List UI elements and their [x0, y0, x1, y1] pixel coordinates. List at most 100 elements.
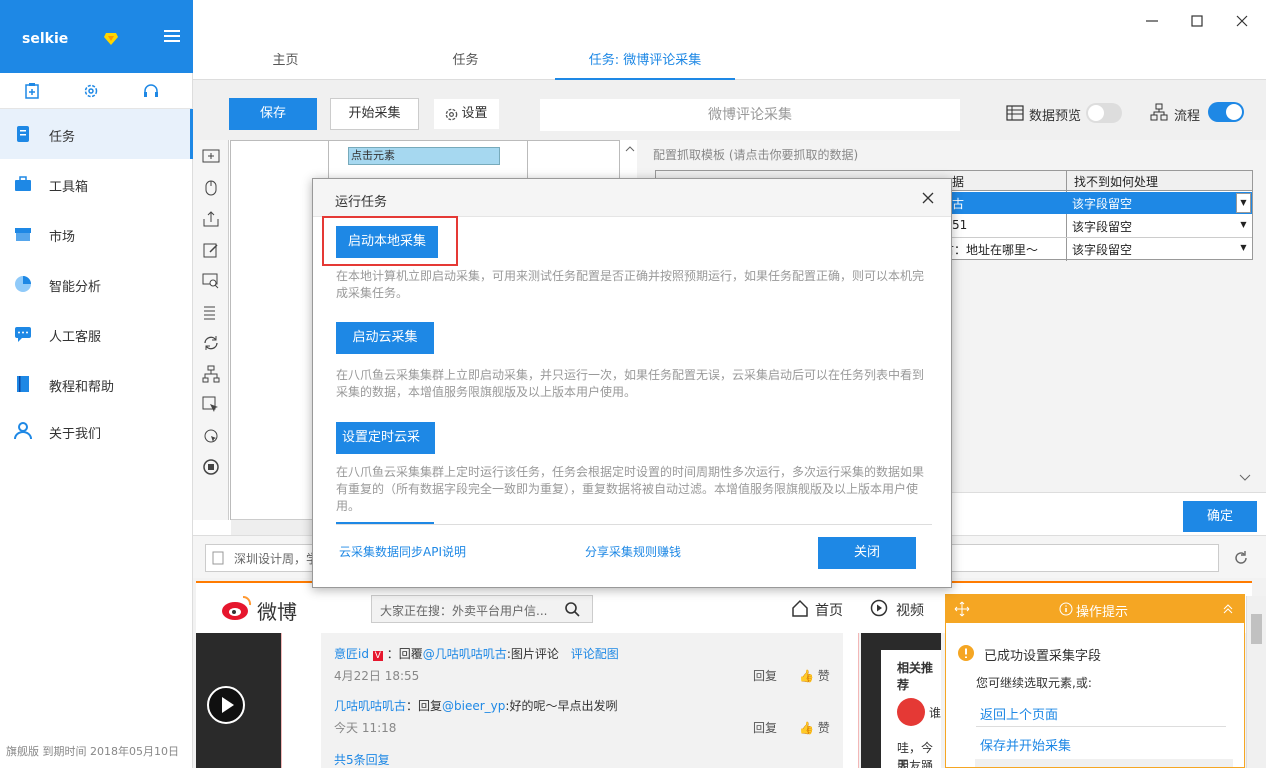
- row-cell: 古: [952, 197, 965, 211]
- clipboard-add-icon[interactable]: [24, 83, 40, 99]
- comment-mention[interactable]: @bieer_yp: [442, 699, 505, 713]
- play-icon[interactable]: [206, 685, 246, 725]
- sidebar-item-label: 关于我们: [49, 427, 102, 442]
- tip-panel: 操作提示 已成功设置采集字段 您可继续选取元素,或: 返回上个页面 保存并开始采…: [945, 594, 1245, 768]
- search-element-icon[interactable]: [202, 272, 220, 290]
- confirm-button[interactable]: 确定: [1183, 501, 1257, 532]
- more-replies-link[interactable]: 共5条回复: [334, 751, 390, 768]
- refresh-cursor-icon[interactable]: [202, 427, 220, 445]
- recommend-title: 相关推荐: [897, 661, 934, 692]
- search-icon[interactable]: [564, 601, 580, 617]
- drag-move-icon[interactable]: [954, 601, 970, 617]
- comment-mention[interactable]: @几咕叽咕叽古: [423, 647, 507, 661]
- sidebar-item-analysis[interactable]: 智能分析: [0, 259, 193, 309]
- sidebar-item-market[interactable]: 市场: [0, 209, 193, 259]
- recommend-text: 朋友踊跃: [897, 759, 934, 768]
- flow-toggle[interactable]: [1208, 102, 1244, 122]
- reply-link[interactable]: 回复: [753, 719, 777, 736]
- row-cell: 古：地址在哪里～: [942, 243, 1039, 257]
- weibo-search-input[interactable]: 大家正在搜：外卖平台用户信...: [371, 595, 593, 623]
- vertical-scrollbar[interactable]: [1246, 596, 1266, 768]
- flow-node-click[interactable]: 点击元素: [348, 147, 500, 165]
- start-collect-button[interactable]: 开始采集: [330, 98, 419, 130]
- share-rules-link[interactable]: 分享采集规则赚钱: [585, 543, 681, 560]
- chevron-down-icon[interactable]: [1239, 472, 1251, 482]
- list-icon[interactable]: [202, 303, 220, 321]
- back-page-link[interactable]: 返回上个页面: [980, 704, 1058, 723]
- avatar[interactable]: [897, 698, 925, 726]
- weibo-search-text: 大家正在搜：外卖平台用户信...: [380, 604, 548, 618]
- comment-text: :好的呢～早点出发咧: [505, 699, 618, 713]
- save-button[interactable]: 保存: [229, 98, 317, 130]
- loop-icon[interactable]: [202, 334, 220, 352]
- preview-label: 数据预览: [1029, 109, 1082, 124]
- collapse-icon[interactable]: [1222, 603, 1234, 615]
- row-select-value[interactable]: 该字段留空: [1072, 218, 1132, 235]
- task-name-field[interactable]: 微博评论采集: [540, 99, 960, 131]
- tip-message: 已成功设置采集字段: [984, 649, 1102, 664]
- dropdown-arrow-icon[interactable]: ▼: [1236, 239, 1251, 259]
- recommend-name: 谁: [929, 706, 942, 720]
- window-titlebar: [193, 0, 1266, 42]
- toolbox-icon: [15, 176, 31, 191]
- schedule-description: 在八爪鱼云采集集群上定时运行该任务，任务会根据定时设置的时间周期性多次运行，多次…: [336, 465, 925, 513]
- like-link[interactable]: 👍 赞: [799, 719, 830, 736]
- dialog-title: 运行任务: [335, 195, 388, 210]
- comment-user[interactable]: 几咕叽咕叽古: [334, 699, 406, 713]
- close-button[interactable]: 关闭: [818, 537, 916, 569]
- comment-user[interactable]: 意匠id: [334, 647, 369, 661]
- preview-toggle[interactable]: [1086, 103, 1122, 123]
- person-icon: [14, 422, 32, 440]
- close-icon[interactable]: [922, 192, 934, 204]
- comment-time: 今天 11:18: [334, 721, 397, 735]
- reload-icon[interactable]: [1233, 550, 1249, 566]
- weibo-nav-home[interactable]: 首页: [815, 600, 843, 620]
- headset-icon[interactable]: [143, 83, 159, 99]
- sidebar-item-help[interactable]: 教程和帮助: [0, 359, 193, 409]
- stop-icon[interactable]: [202, 458, 220, 476]
- reply-link[interactable]: 回复: [753, 667, 777, 684]
- mouse-icon[interactable]: [202, 179, 220, 197]
- license-info: 旗舰版 到期时间 2018年05月10日: [6, 745, 179, 758]
- tab-tasks[interactable]: 任务: [403, 42, 528, 80]
- close-window-icon[interactable]: [1233, 12, 1251, 30]
- settings-button[interactable]: 设置: [433, 98, 500, 130]
- local-description: 在本地计算机立即启动采集，可用来测试任务配置是否正确并按照预期运行，如果任务配置…: [336, 269, 925, 300]
- video-thumbnail[interactable]: [196, 633, 281, 768]
- like-link[interactable]: 👍 赞: [799, 667, 830, 684]
- vip-diamond-icon: [104, 33, 118, 45]
- chevron-up-icon[interactable]: [625, 144, 635, 154]
- tab-weibo-task[interactable]: 任务: 微博评论采集: [555, 42, 735, 80]
- weibo-nav-video[interactable]: 视频: [896, 600, 924, 620]
- sidebar-item-about[interactable]: 关于我们: [0, 406, 193, 456]
- schedule-cloud-button[interactable]: 设置定时云采集: [336, 422, 435, 477]
- flowchart-icon: [1150, 103, 1168, 121]
- maximize-icon[interactable]: [1188, 12, 1206, 30]
- grid-header-partial: 据: [952, 175, 965, 189]
- edit-icon[interactable]: [202, 241, 220, 259]
- hamburger-menu-icon[interactable]: [164, 30, 180, 42]
- start-cloud-button[interactable]: 启动云采集: [336, 322, 434, 354]
- cursor-select-icon[interactable]: [202, 396, 220, 414]
- start-local-button[interactable]: 启动本地采集: [336, 226, 439, 258]
- sidebar-item-support[interactable]: 人工客服: [0, 309, 193, 359]
- gear-icon[interactable]: [83, 83, 99, 99]
- export-icon[interactable]: [202, 210, 220, 228]
- dropdown-arrow-icon[interactable]: ▼: [1236, 216, 1251, 236]
- branch-icon[interactable]: [202, 365, 220, 383]
- tab-home[interactable]: 主页: [223, 42, 348, 80]
- video-icon: [870, 599, 888, 617]
- sidebar-item-task[interactable]: 任务: [0, 109, 193, 159]
- minimize-icon[interactable]: [1143, 12, 1161, 30]
- row-select-value[interactable]: 该字段留空: [1072, 195, 1132, 212]
- flow-label: 流程: [1174, 109, 1201, 124]
- api-doc-link[interactable]: 云采集数据同步API说明: [339, 543, 466, 560]
- add-step-icon[interactable]: [202, 148, 220, 166]
- comment-image-link[interactable]: 评论配图: [571, 647, 619, 661]
- sidebar-item-toolbox[interactable]: 工具箱: [0, 159, 193, 209]
- row-select-value[interactable]: 该字段留空: [1072, 241, 1132, 258]
- side-panel: 相关推荐 谁 哇，今天 朋友踊跃: [861, 633, 941, 768]
- dropdown-arrow-icon[interactable]: ▼: [1236, 193, 1251, 213]
- save-start-link[interactable]: 保存并开始采集: [980, 735, 1071, 754]
- task-icon: [17, 126, 29, 142]
